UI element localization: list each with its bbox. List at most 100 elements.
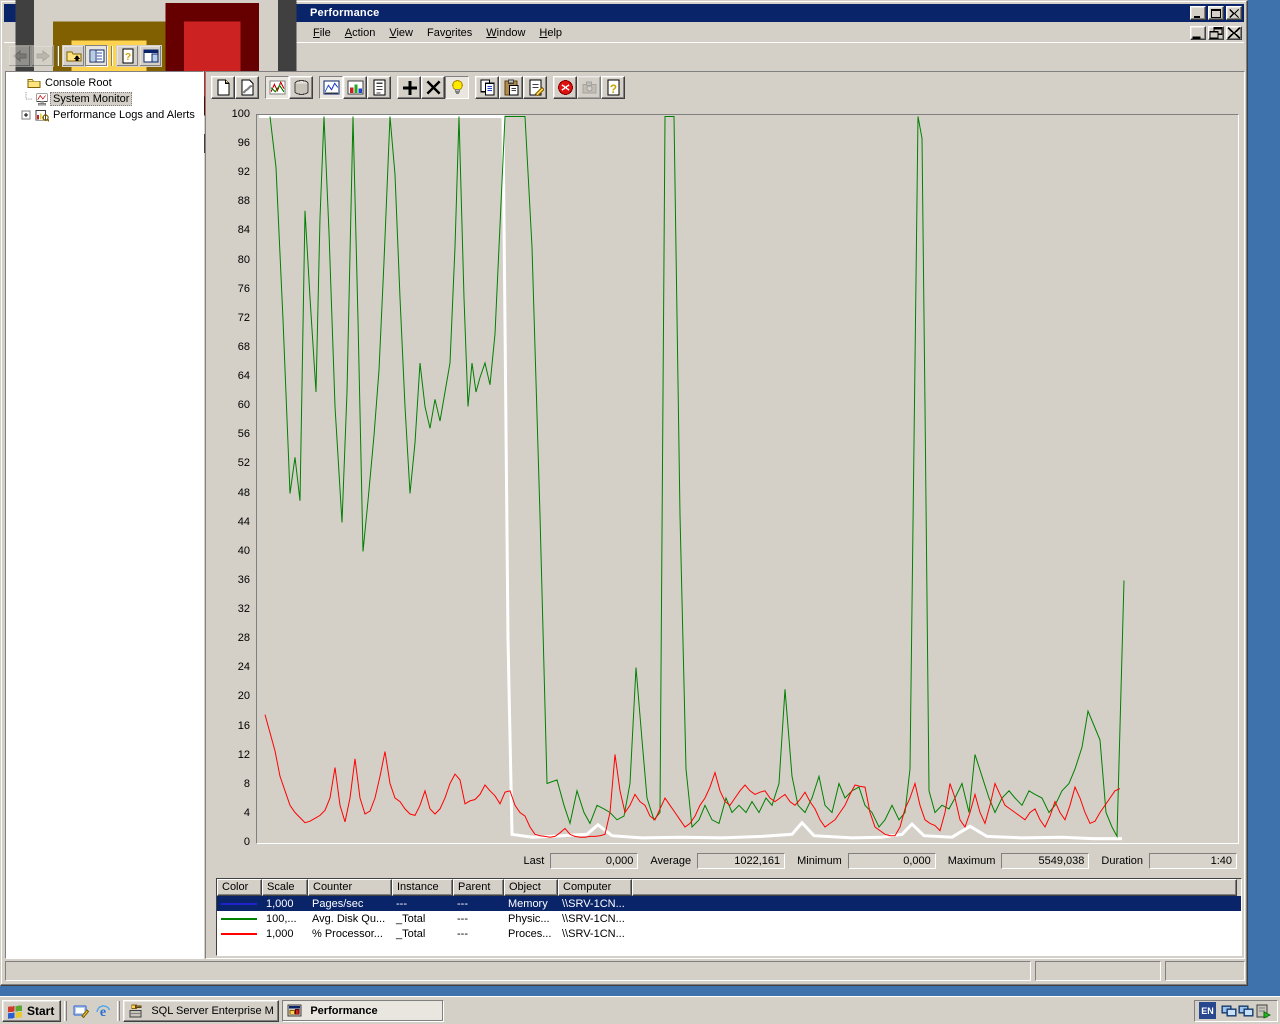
menu-help[interactable]: Help	[532, 24, 569, 42]
highlight-button[interactable]	[445, 76, 469, 99]
series-avg-disk-queue-length	[270, 117, 1124, 837]
show-desktop-icon[interactable]	[70, 1000, 92, 1022]
legend-row-avg-disk-qu-[interactable]: 100,...Avg. Disk Qu..._Total---Physic...…	[217, 911, 1241, 926]
legend-cell: 1,000	[262, 928, 308, 940]
legend-cell: \\SRV-1CN...	[558, 898, 632, 910]
sql-icon	[128, 1003, 147, 1018]
properties-button[interactable]	[523, 76, 547, 99]
y-tick-label: 100	[212, 108, 250, 120]
start-label: Start	[27, 1004, 54, 1018]
stat-label-average: Average	[650, 855, 691, 867]
add-counter-button[interactable]	[397, 76, 421, 99]
task-button-performance[interactable]: Performance	[282, 1000, 444, 1022]
help-button[interactable]: ?	[601, 76, 625, 99]
legend-cell: ---	[392, 898, 453, 910]
child-close-button[interactable]	[1226, 26, 1242, 40]
child-minimize-button[interactable]	[1190, 26, 1206, 40]
legend-column-scale[interactable]: Scale	[262, 879, 308, 896]
stat-label-minimum: Minimum	[797, 855, 842, 867]
delete-counter-button[interactable]	[421, 76, 445, 99]
legend-column-counter[interactable]: Counter	[308, 879, 392, 896]
tree-item-performance-logs-and-alerts[interactable]: Performance Logs and Alerts	[6, 107, 203, 123]
legend-cell: Memory	[504, 898, 558, 910]
menu-window[interactable]: Window	[479, 24, 532, 42]
legend-cell: Pages/sec	[308, 898, 392, 910]
legend-column-parent[interactable]: Parent	[453, 879, 504, 896]
show-hide-tree-button[interactable]	[85, 45, 108, 67]
start-button[interactable]: Start	[2, 1000, 61, 1022]
y-tick-label: 16	[212, 720, 250, 732]
legend-column-filler[interactable]	[632, 879, 1237, 896]
y-tick-label: 24	[212, 661, 250, 673]
y-tick-label: 84	[212, 224, 250, 236]
y-tick-label: 36	[212, 574, 250, 586]
start-flag-icon	[6, 1003, 27, 1019]
legend-cell: _Total	[392, 913, 453, 925]
menu-favorites[interactable]: Favorites	[420, 24, 479, 42]
minimize-button[interactable]	[1190, 6, 1206, 20]
console-tree: Console Root System Monitor Performance Lo…	[5, 71, 204, 959]
update-data-button	[577, 76, 601, 99]
tree-item-label[interactable]: Performance Logs and Alerts	[50, 108, 198, 122]
language-indicator[interactable]: EN	[1199, 1002, 1216, 1019]
legend-cell: \\SRV-1CN...	[558, 913, 632, 925]
close-button[interactable]	[1226, 6, 1242, 20]
menu-file[interactable]: File	[306, 24, 338, 42]
server-icon[interactable]	[1254, 1002, 1271, 1019]
tree-item-system-monitor[interactable]: System Monitor	[6, 91, 203, 107]
menu-action[interactable]: Action	[338, 24, 383, 42]
system-monitor-toolbar: ?	[211, 76, 625, 99]
system-monitor-panel: ? 10096928884807672686460565248444036322…	[205, 71, 1245, 959]
tree-item-label[interactable]: Console Root	[42, 76, 115, 90]
system-tray: EN	[1194, 1000, 1278, 1022]
legend-column-computer[interactable]: Computer	[558, 879, 632, 896]
y-tick-label: 48	[212, 487, 250, 499]
forward-arrow-button	[31, 45, 54, 67]
network-icon[interactable]	[1220, 1002, 1237, 1019]
tree-item-label[interactable]: System Monitor	[50, 92, 132, 106]
legend-cell: % Processor...	[308, 928, 392, 940]
chart-plot-area[interactable]: #FF0000"/>	[256, 114, 1239, 844]
up-folder-button[interactable]	[62, 45, 85, 67]
ie-icon[interactable]: e	[92, 1000, 114, 1022]
back-arrow-button	[8, 45, 31, 67]
legend-cell: 100,...	[262, 913, 308, 925]
mmc-icon	[287, 1003, 306, 1018]
legend-row--processor-[interactable]: 1,000% Processor..._Total---Proces...\\S…	[217, 926, 1241, 941]
y-tick-label: 4	[212, 807, 250, 819]
menu-view[interactable]: View	[382, 24, 420, 42]
network-icon[interactable]	[1237, 1002, 1254, 1019]
view-report-button[interactable]	[367, 76, 391, 99]
paste-counter-list-button[interactable]	[499, 76, 523, 99]
view-log-data-button[interactable]	[289, 76, 313, 99]
legend-cell: Avg. Disk Qu...	[308, 913, 392, 925]
y-tick-label: 76	[212, 283, 250, 295]
menu-items: FileActionViewFavoritesWindowHelp	[306, 27, 569, 39]
legend-column-color[interactable]: Color	[217, 879, 262, 896]
y-tick-label: 40	[212, 545, 250, 557]
window-panes-button[interactable]	[139, 45, 162, 67]
expand-icon[interactable]	[18, 107, 34, 123]
tray-icons	[1220, 1002, 1271, 1019]
freeze-display-button[interactable]	[553, 76, 577, 99]
maximize-button[interactable]	[1208, 6, 1224, 20]
child-restore-button[interactable]	[1208, 26, 1224, 40]
view-graph-button[interactable]	[319, 76, 343, 99]
legend-column-object[interactable]: Object	[504, 879, 558, 896]
status-panel-3	[1165, 961, 1245, 981]
view-histogram-button[interactable]	[343, 76, 367, 99]
legend-column-instance[interactable]: Instance	[392, 879, 453, 896]
counter-color-swatch	[221, 933, 257, 935]
view-current-activity-button[interactable]	[265, 76, 289, 99]
counter-color-swatch	[221, 918, 257, 920]
legend-row-pages-sec[interactable]: 1,000Pages/sec------Memory\\SRV-1CN...	[217, 896, 1241, 911]
help-doc-button[interactable]: ?	[116, 45, 139, 67]
task-button-sql-server-enterprise-m-[interactable]: SQL Server Enterprise M...	[123, 1000, 279, 1022]
copy-properties-button[interactable]	[475, 76, 499, 99]
legend-cell: Proces...	[504, 928, 558, 940]
y-tick-label: 60	[212, 399, 250, 411]
tree-item-console-root[interactable]: Console Root	[6, 75, 203, 91]
menu-bar: FileActionViewFavoritesWindowHelp	[4, 22, 1244, 42]
legend-cell: \\SRV-1CN...	[558, 928, 632, 940]
stat-value-last: 0,000	[550, 853, 638, 869]
